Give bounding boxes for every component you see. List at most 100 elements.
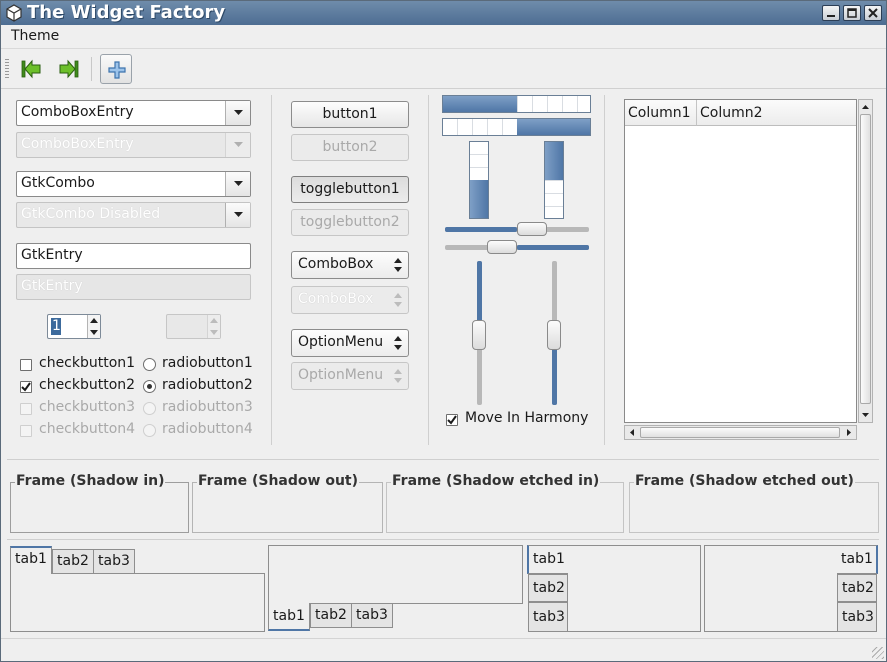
- arrow-left-icon: [630, 429, 634, 436]
- radio-circle[interactable]: [143, 380, 156, 393]
- notebook-left-tab1[interactable]: tab1: [527, 545, 568, 574]
- resize-grip-icon[interactable]: [872, 647, 884, 659]
- vertical-scrollbar[interactable]: [858, 99, 873, 423]
- notebook-left-tab2[interactable]: tab2: [528, 574, 568, 602]
- progress-bar-v1: [469, 141, 489, 219]
- radiobutton2-label: radiobutton2: [162, 377, 253, 393]
- up-down-arrows-icon: [394, 369, 402, 383]
- checkbutton4-label: checkbutton4: [39, 421, 136, 437]
- combobox-entry-arrow[interactable]: [225, 101, 250, 125]
- go-last-icon: [59, 59, 79, 79]
- progress-fill: [516, 119, 590, 135]
- hscale1-fill: [445, 227, 517, 232]
- gtk-combo-text[interactable]: GtkCombo: [21, 175, 95, 191]
- radiobutton4-label: radiobutton4: [162, 421, 253, 437]
- frame-shadow-etched-out: Frame (Shadow etched out): [629, 473, 879, 533]
- notebook-top-tab1[interactable]: tab1: [10, 546, 52, 574]
- checkbutton2-label: checkbutton2: [39, 377, 136, 393]
- notebook-right-tab2[interactable]: tab2: [837, 574, 877, 602]
- toolbar-separator: [91, 57, 92, 81]
- optionmenu-text: OptionMenu: [298, 334, 384, 350]
- radiobutton1-label: radiobutton1: [162, 355, 253, 371]
- arrow-up-icon: [862, 105, 869, 109]
- gtk-entry-disabled-text: GtkEntry: [21, 278, 83, 294]
- frame-shadow-in-label: Frame (Shadow in): [15, 473, 166, 489]
- notebook-top-tab2[interactable]: tab2: [52, 549, 94, 574]
- combobox-entry[interactable]: ComboBoxEntry: [16, 100, 251, 126]
- add-button[interactable]: [100, 54, 132, 84]
- hscale1-slider[interactable]: [517, 222, 547, 236]
- combobox-entry-text[interactable]: ComboBoxEntry: [21, 104, 134, 120]
- menu-bar: Theme: [1, 25, 886, 49]
- arrow-down-icon: [862, 413, 869, 417]
- notebook-right-tab1[interactable]: tab1: [837, 545, 878, 574]
- combobox-entry-disabled-arrow: [225, 133, 250, 157]
- vscale2-slider[interactable]: [547, 320, 561, 350]
- button1[interactable]: button1: [291, 101, 409, 128]
- optionmenu[interactable]: OptionMenu: [291, 329, 409, 357]
- notebook-left-tab3[interactable]: tab3: [528, 602, 568, 632]
- toolbar-grip[interactable]: [5, 59, 9, 79]
- spin-button[interactable]: 1: [47, 314, 101, 339]
- column-header-1[interactable]: Column1: [625, 100, 697, 126]
- radio-circle[interactable]: [143, 358, 156, 371]
- frame-shadow-in: Frame (Shadow in): [10, 473, 189, 533]
- notebook-right-tab3[interactable]: tab3: [837, 602, 877, 632]
- column1-label: Column1: [628, 105, 691, 121]
- gtk-combo-disabled: GtkCombo Disabled: [16, 202, 251, 228]
- move-in-harmony-label: Move In Harmony: [465, 410, 589, 426]
- add-icon: [108, 61, 126, 79]
- title-bar[interactable]: The Widget Factory: [1, 1, 886, 25]
- tree-view[interactable]: Column1 Column2: [624, 99, 857, 423]
- progress-fill: [443, 96, 517, 112]
- notebook-bottom-tab1[interactable]: tab1: [268, 603, 310, 631]
- chevron-down-icon: [234, 181, 243, 186]
- notebook-bottom-page: [268, 545, 523, 604]
- radiobutton3-label: radiobutton3: [162, 399, 253, 415]
- gtk-entry-disabled: GtkEntry: [16, 274, 251, 300]
- gtk-combo[interactable]: GtkCombo: [16, 171, 251, 197]
- minimize-button[interactable]: [822, 5, 840, 21]
- go-last-button[interactable]: [53, 54, 85, 84]
- progress-fill: [470, 180, 488, 218]
- horizontal-scrollbar[interactable]: [624, 425, 857, 440]
- column-header-2[interactable]: Column2: [696, 100, 856, 126]
- spin-value[interactable]: 1: [51, 318, 61, 335]
- go-first-icon: [21, 59, 41, 79]
- notebook-bottom-tab3[interactable]: tab3: [351, 603, 393, 628]
- horizontal-scroll-thumb[interactable]: [640, 427, 840, 438]
- checkbox-box: [20, 425, 32, 437]
- checkbutton1-label: checkbutton1: [39, 355, 136, 371]
- frame-shadow-etched-out-label: Frame (Shadow etched out): [634, 473, 855, 489]
- gtk-combo-arrow[interactable]: [225, 172, 250, 196]
- column-separator: [428, 95, 429, 445]
- combobox[interactable]: ComboBox: [291, 251, 409, 279]
- up-down-arrows-icon: [394, 293, 402, 307]
- checkbox-box[interactable]: [446, 414, 458, 426]
- up-down-arrows-icon: [394, 336, 402, 350]
- togglebutton1[interactable]: togglebutton1: [291, 176, 409, 203]
- radio-circle: [143, 402, 156, 415]
- notebook-bottom-tab2[interactable]: tab2: [310, 603, 352, 628]
- notebook-top-page: [10, 573, 265, 632]
- button2: button2: [291, 134, 409, 161]
- checkbox-box[interactable]: [20, 359, 32, 371]
- vscale1-slider[interactable]: [472, 320, 486, 350]
- notebook-top-tab3[interactable]: tab3: [93, 549, 135, 574]
- radio-circle: [143, 424, 156, 437]
- gtk-entry[interactable]: GtkEntry: [16, 243, 251, 269]
- menu-theme[interactable]: Theme: [11, 28, 59, 44]
- app-cube-icon: [6, 4, 22, 22]
- section-separator: [7, 459, 879, 460]
- maximize-button[interactable]: [843, 5, 861, 21]
- vertical-scroll-thumb[interactable]: [860, 114, 871, 404]
- hscale2-slider[interactable]: [487, 240, 517, 254]
- optionmenu-disabled: OptionMenu: [291, 362, 409, 390]
- progress-bar-h2: [442, 118, 591, 136]
- hscale2[interactable]: [445, 245, 589, 250]
- checkbox-box[interactable]: [20, 381, 32, 393]
- spin-arrows[interactable]: [87, 315, 100, 338]
- go-first-button[interactable]: [15, 54, 47, 84]
- column-separator: [271, 95, 272, 445]
- close-button[interactable]: [864, 5, 882, 21]
